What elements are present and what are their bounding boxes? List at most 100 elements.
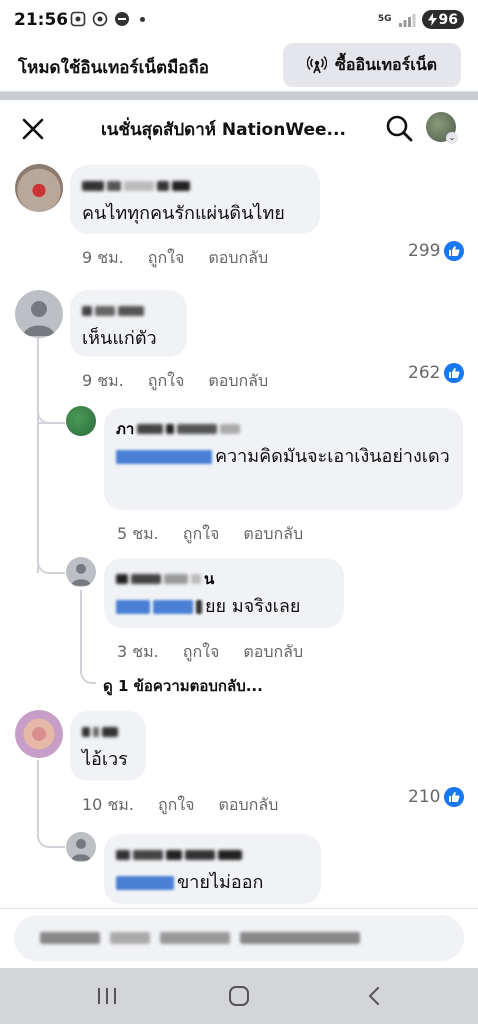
reaction-count[interactable]: 262	[408, 363, 465, 383]
mention-tag[interactable]	[153, 600, 193, 614]
reply-text-value: ความคิดมันจะเอาเงินอย่างเดว	[215, 446, 450, 467]
home-icon[interactable]	[226, 984, 252, 1008]
back-icon[interactable]	[362, 984, 388, 1008]
thumbs-up-icon	[444, 363, 465, 383]
comment-text: ไอ้เวร	[82, 749, 128, 770]
search-icon[interactable]	[384, 113, 414, 143]
thread-line	[37, 338, 39, 573]
reply-author[interactable]	[116, 844, 309, 866]
comment-author[interactable]	[82, 300, 175, 322]
reply-time: 3 ชม.	[117, 642, 159, 661]
like-button[interactable]: ถูกใจ	[183, 522, 220, 547]
reply-text: ความคิดมันจะเอาเงินอย่างเดว	[116, 442, 451, 472]
reply-button[interactable]: ตอบกลับ	[208, 246, 268, 271]
thumbs-up-icon	[444, 241, 465, 261]
comment-time: 9 ชม.	[82, 248, 124, 267]
mention-tag[interactable]	[116, 450, 212, 464]
mention-tag[interactable]	[196, 600, 202, 614]
background-divider	[0, 92, 478, 100]
close-icon[interactable]	[18, 114, 48, 144]
reply-connector	[37, 826, 65, 848]
avatar[interactable]	[66, 832, 96, 862]
avatar[interactable]	[66, 557, 96, 587]
reaction-number: 210	[408, 787, 441, 807]
reply-bubble: ภา ความคิดมันจะเอาเงินอย่างเดว	[104, 408, 463, 510]
reply-bubble: น ยย มจริงเลย	[104, 558, 344, 628]
reply-actions: 5 ชม. ถูกใจ ตอบกลับ	[117, 522, 303, 547]
reply-author[interactable]: ภา	[116, 418, 451, 440]
comment-actions: 9 ชม. ถูกใจ ตอบกลับ	[82, 246, 268, 271]
reply-connector	[37, 550, 65, 574]
comment-author[interactable]	[82, 175, 308, 197]
avatar[interactable]	[15, 164, 63, 212]
reaction-number: 299	[408, 241, 441, 261]
like-button[interactable]: ถูกใจ	[183, 640, 220, 665]
reply-text: ยย มจริงเลย	[116, 592, 332, 622]
comment-text: เห็นแก่ตัว	[82, 328, 157, 349]
app-notification-icon	[115, 12, 129, 26]
status-system-icons: 5G 96	[378, 10, 464, 29]
recent-apps-icon[interactable]	[94, 984, 120, 1008]
reply-author[interactable]: น	[116, 568, 332, 590]
avatar[interactable]	[15, 290, 63, 338]
reply-text-value: ยย มจริงเลย	[205, 596, 301, 617]
reaction-count[interactable]: 299	[408, 241, 465, 261]
reply-actions: 3 ชม. ถูกใจ ตอบกลับ	[117, 640, 303, 665]
reaction-number: 262	[408, 363, 441, 383]
profile-switcher-avatar[interactable]: ⌄	[426, 112, 458, 144]
reply-author-visible: ภา	[116, 420, 135, 438]
reply-text: ขายไม่ออก	[116, 868, 309, 898]
thread-line	[80, 590, 82, 670]
reply-button[interactable]: ตอบกลับ	[219, 793, 279, 818]
mention-tag[interactable]	[116, 876, 174, 890]
reply-button[interactable]: ตอบกลับ	[243, 640, 303, 665]
battery-indicator: 96	[421, 10, 464, 29]
status-bar: 21:56 5G 96	[0, 0, 478, 40]
data-mode-label: โหมดใช้อินเทอร์เน็ตมือถือ	[18, 58, 210, 78]
data-mode-banner: โหมดใช้อินเทอร์เน็ตมือถือ ซื้ออินเทอร์เน…	[0, 40, 478, 92]
comment-composer	[0, 908, 478, 968]
comment-time: 9 ชม.	[82, 371, 124, 390]
mention-tag[interactable]	[116, 600, 150, 614]
reply-connector	[37, 400, 65, 424]
default-avatar-icon	[71, 563, 91, 586]
reply-text-value: ขายไม่ออก	[177, 872, 264, 893]
comment-author[interactable]	[82, 721, 134, 743]
like-button[interactable]: ถูกใจ	[148, 246, 185, 271]
more-notifications-dot	[140, 16, 145, 22]
status-notification-icons	[70, 11, 145, 27]
signal-icon	[398, 13, 416, 27]
comment-text: คนไททุกคนรักแผ่นดินไทย	[82, 203, 285, 224]
view-more-connector	[80, 664, 96, 684]
reply-time: 5 ชม.	[117, 524, 159, 543]
buy-internet-button[interactable]: ซื้ออินเทอร์เน็ต	[283, 43, 461, 87]
page-title: เนชั่นสุดสัปดาห์ NationWee...	[101, 120, 346, 140]
avatar[interactable]	[66, 406, 96, 436]
comments-header: เนชั่นสุดสัปดาห์ NationWee... ⌄	[0, 100, 478, 156]
thread-line	[37, 760, 39, 834]
network-type: 5G	[377, 14, 392, 24]
comment-actions: 9 ชม. ถูกใจ ตอบกลับ	[82, 369, 268, 394]
comment-bubble: เห็นแก่ตัว	[70, 290, 187, 357]
reply-button[interactable]: ตอบกลับ	[208, 369, 268, 394]
view-more-replies-link[interactable]: ดู 1 ข้อความตอบกลับ...	[103, 674, 263, 698]
comment-input[interactable]	[14, 915, 464, 961]
chevron-down-icon: ⌄	[446, 132, 458, 144]
default-avatar-icon	[71, 838, 91, 861]
comment-time: 10 ชม.	[82, 795, 134, 814]
battery-level: 96	[438, 11, 458, 28]
system-navigation-bar	[0, 968, 478, 1024]
like-button[interactable]: ถูกใจ	[158, 793, 195, 818]
status-time: 21:56	[14, 10, 69, 30]
like-button[interactable]: ถูกใจ	[148, 369, 185, 394]
vpn-icon	[92, 11, 108, 27]
reply-button[interactable]: ตอบกลับ	[243, 522, 303, 547]
thumbs-up-icon	[444, 787, 465, 807]
default-avatar-icon	[23, 301, 55, 336]
comment-actions: 10 ชม. ถูกใจ ตอบกลับ	[82, 793, 278, 818]
reaction-count[interactable]: 210	[408, 787, 465, 807]
comment-bubble: ไอ้เวร	[70, 711, 146, 781]
broadcast-icon	[306, 56, 327, 74]
avatar[interactable]	[15, 710, 63, 758]
charging-icon	[427, 13, 437, 26]
